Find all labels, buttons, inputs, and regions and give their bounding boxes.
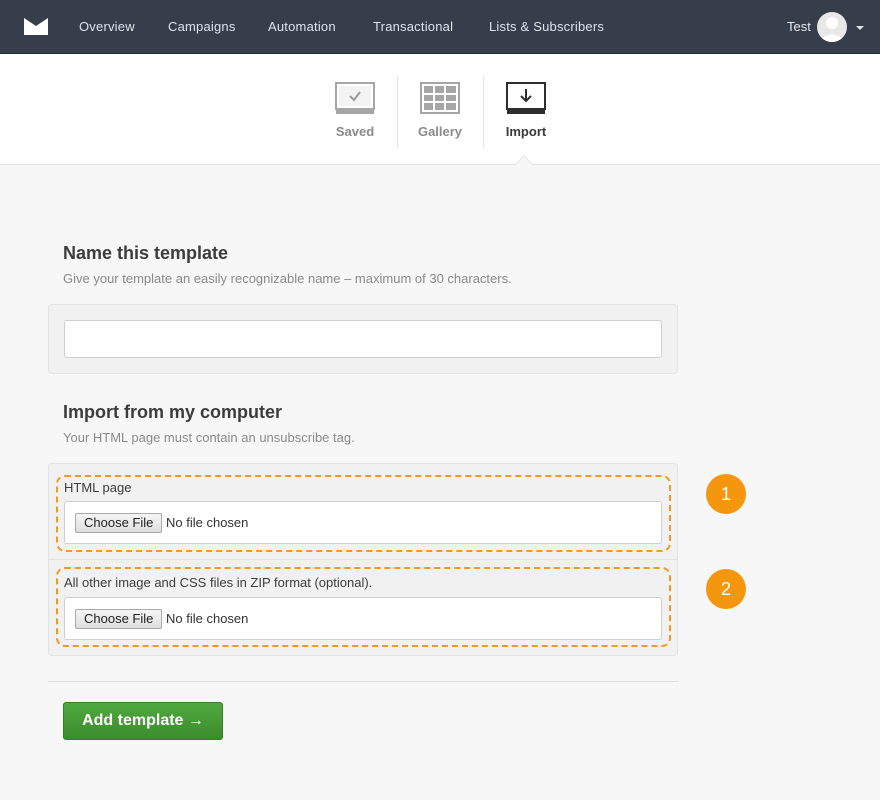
html-file-status: No file chosen <box>166 515 249 530</box>
saved-templates-icon <box>335 82 375 114</box>
panel-divider <box>49 559 677 560</box>
name-section-title: Name this template <box>63 243 229 263</box>
tab-import[interactable]: Import <box>483 54 569 164</box>
tab-gallery-label: Gallery <box>417 124 463 139</box>
template-source-tabs: Saved Gallery Import <box>0 54 880 175</box>
import-section-description: Your HTML page must contain an unsubscri… <box>63 430 355 445</box>
zip-files-label: All other image and CSS files in ZIP for… <box>64 575 373 590</box>
top-navigation-bar: Overview Campaigns Automation Transactio… <box>0 0 880 54</box>
html-page-file-input: Choose File No file chosen <box>64 501 662 544</box>
mail-logo-icon[interactable] <box>24 18 48 35</box>
html-page-label: HTML page <box>64 480 132 495</box>
import-section-title: Import from my computer <box>63 402 283 422</box>
tab-gallery[interactable]: Gallery <box>397 54 483 164</box>
choose-zip-file-button[interactable]: Choose File <box>75 609 163 629</box>
chevron-down-icon[interactable] <box>856 26 864 30</box>
choose-html-file-button[interactable]: Choose File <box>75 513 163 533</box>
user-name[interactable]: Test <box>787 0 811 54</box>
nav-transactional[interactable]: Transactional <box>373 0 453 54</box>
avatar[interactable] <box>817 12 847 42</box>
form-divider <box>48 681 678 682</box>
template-name-input[interactable] <box>64 320 662 358</box>
zip-file-status: No file chosen <box>166 611 249 626</box>
gallery-grid-icon <box>420 82 460 114</box>
add-template-button[interactable]: Add template → <box>63 702 223 740</box>
import-download-icon <box>506 82 546 114</box>
tab-saved[interactable]: Saved <box>312 54 398 164</box>
name-section-description: Give your template an easily recognizabl… <box>63 271 512 286</box>
tab-import-label: Import <box>505 124 547 139</box>
zip-files-file-input: Choose File No file chosen <box>64 597 662 640</box>
nav-overview[interactable]: Overview <box>79 0 135 54</box>
nav-automation[interactable]: Automation <box>268 0 336 54</box>
step-badge-2: 2 <box>706 569 746 609</box>
tab-saved-label: Saved <box>335 124 375 139</box>
user-silhouette-icon <box>821 17 843 42</box>
nav-lists-subscribers[interactable]: Lists & Subscribers <box>489 0 604 54</box>
step-badge-1: 1 <box>706 474 746 514</box>
nav-campaigns[interactable]: Campaigns <box>168 0 236 54</box>
